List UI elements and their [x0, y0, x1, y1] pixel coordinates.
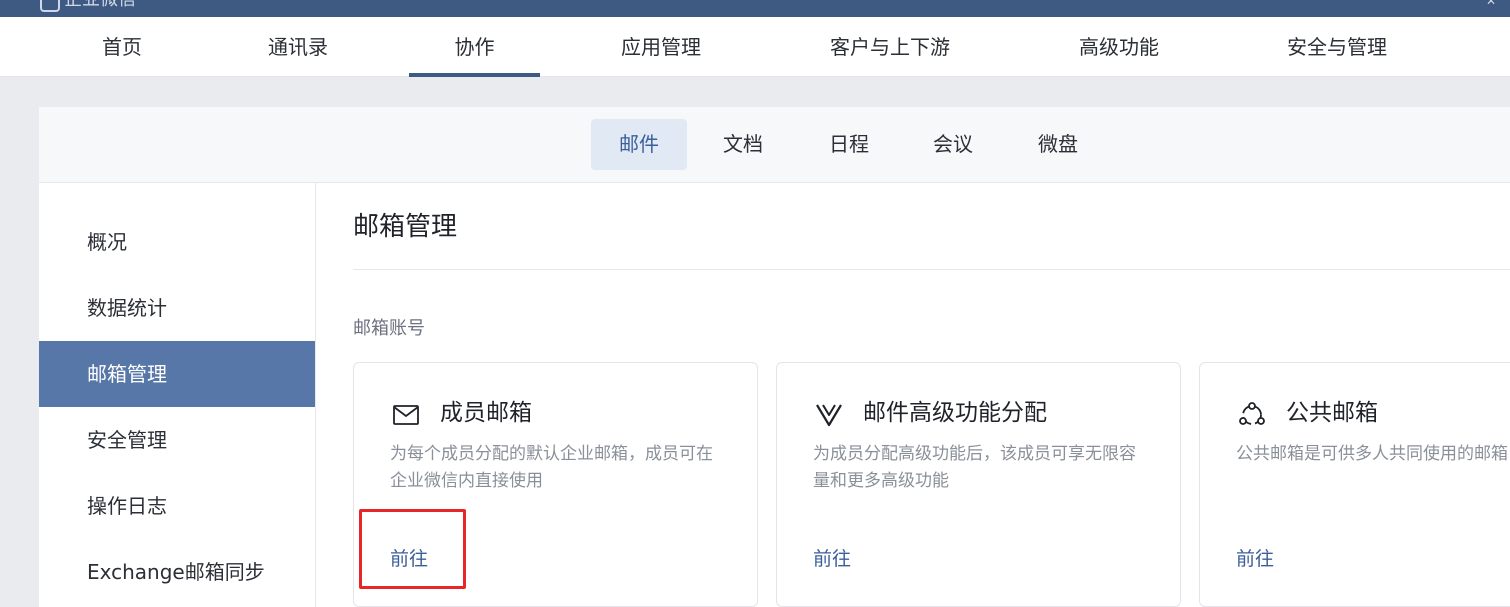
card-description: 为每个成员分配的默认企业邮箱，成员可在企业微信内直接使用 — [390, 444, 713, 491]
nav-item-advanced[interactable]: 高级功能 — [1058, 17, 1180, 77]
nav-item-home[interactable]: 首页 — [82, 17, 162, 77]
tab-drive[interactable]: 微盘 — [1012, 119, 1104, 170]
go-link-member-mailbox[interactable]: 前往 — [390, 543, 428, 575]
nav-item-customers[interactable]: 客户与上下游 — [810, 17, 970, 77]
go-link-advanced-features[interactable]: 前往 — [813, 543, 851, 575]
card-title: 成员邮箱 — [440, 400, 532, 426]
nav-item-security[interactable]: 安全与管理 — [1266, 17, 1408, 77]
card-public-mailbox: 公共邮箱 公共邮箱是可供多人共同使用的邮箱 前往 — [1199, 362, 1510, 607]
card-description: 为成员分配高级功能后，该成员可享无限容量和更多高级功能 — [813, 444, 1136, 491]
card-title: 邮件高级功能分配 — [863, 400, 1047, 426]
premium-v-icon — [813, 399, 845, 431]
content-panel: 邮件 文档 日程 会议 微盘 概况 数据统计 邮箱管理 安全管理 操作日志 Ex… — [39, 107, 1510, 607]
shared-group-icon — [1236, 399, 1268, 431]
nav-item-contacts[interactable]: 通讯录 — [246, 17, 350, 77]
tab-docs[interactable]: 文档 — [697, 119, 789, 170]
card-member-mailbox: 成员邮箱 为每个成员分配的默认企业邮箱，成员可在企业微信内直接使用 前往 — [353, 362, 758, 607]
nav-item-app-management[interactable]: 应用管理 — [600, 17, 722, 77]
page-title: 邮箱管理 — [353, 212, 458, 242]
mail-envelope-icon — [390, 399, 422, 431]
tab-mail[interactable]: 邮件 — [591, 119, 687, 170]
title-divider — [353, 269, 1510, 270]
app-title: 企业微信 — [64, 0, 164, 10]
sidebar-item-exchange-sync[interactable]: Exchange邮箱同步 — [39, 539, 315, 605]
section-label: 邮箱账号 — [353, 318, 425, 339]
go-link-public-mailbox[interactable]: 前往 — [1236, 543, 1274, 575]
sidebar-item-operation-log[interactable]: 操作日志 — [39, 473, 315, 539]
sidebar-item-security-management[interactable]: 安全管理 — [39, 407, 315, 473]
nav-item-collaboration[interactable]: 协作 — [409, 17, 540, 77]
card-title: 公共邮箱 — [1286, 400, 1378, 426]
card-advanced-features: 邮件高级功能分配 为成员分配高级功能后，该成员可享无限容量和更多高级功能 前往 — [776, 362, 1181, 607]
tab-schedule[interactable]: 日程 — [803, 119, 895, 170]
chat-logo-icon — [40, 0, 60, 12]
sidebar-item-statistics[interactable]: 数据统计 — [39, 275, 315, 341]
main-nav: 首页 通讯录 协作 应用管理 客户与上下游 高级功能 安全与管理 — [0, 17, 1510, 77]
window-control-icon[interactable]: ✕ — [1486, 0, 1502, 8]
card-description: 公共邮箱是可供多人共同使用的邮箱 — [1236, 444, 1508, 464]
tab-meeting[interactable]: 会议 — [907, 119, 999, 170]
sidebar-item-overview[interactable]: 概况 — [39, 209, 315, 275]
sidebar: 概况 数据统计 邮箱管理 安全管理 操作日志 Exchange邮箱同步 — [39, 183, 316, 607]
app-title-bar: 企业微信 ✕ — [0, 0, 1510, 17]
sidebar-item-mailbox-management[interactable]: 邮箱管理 — [39, 341, 315, 407]
sub-nav: 邮件 文档 日程 会议 微盘 — [39, 107, 1510, 183]
